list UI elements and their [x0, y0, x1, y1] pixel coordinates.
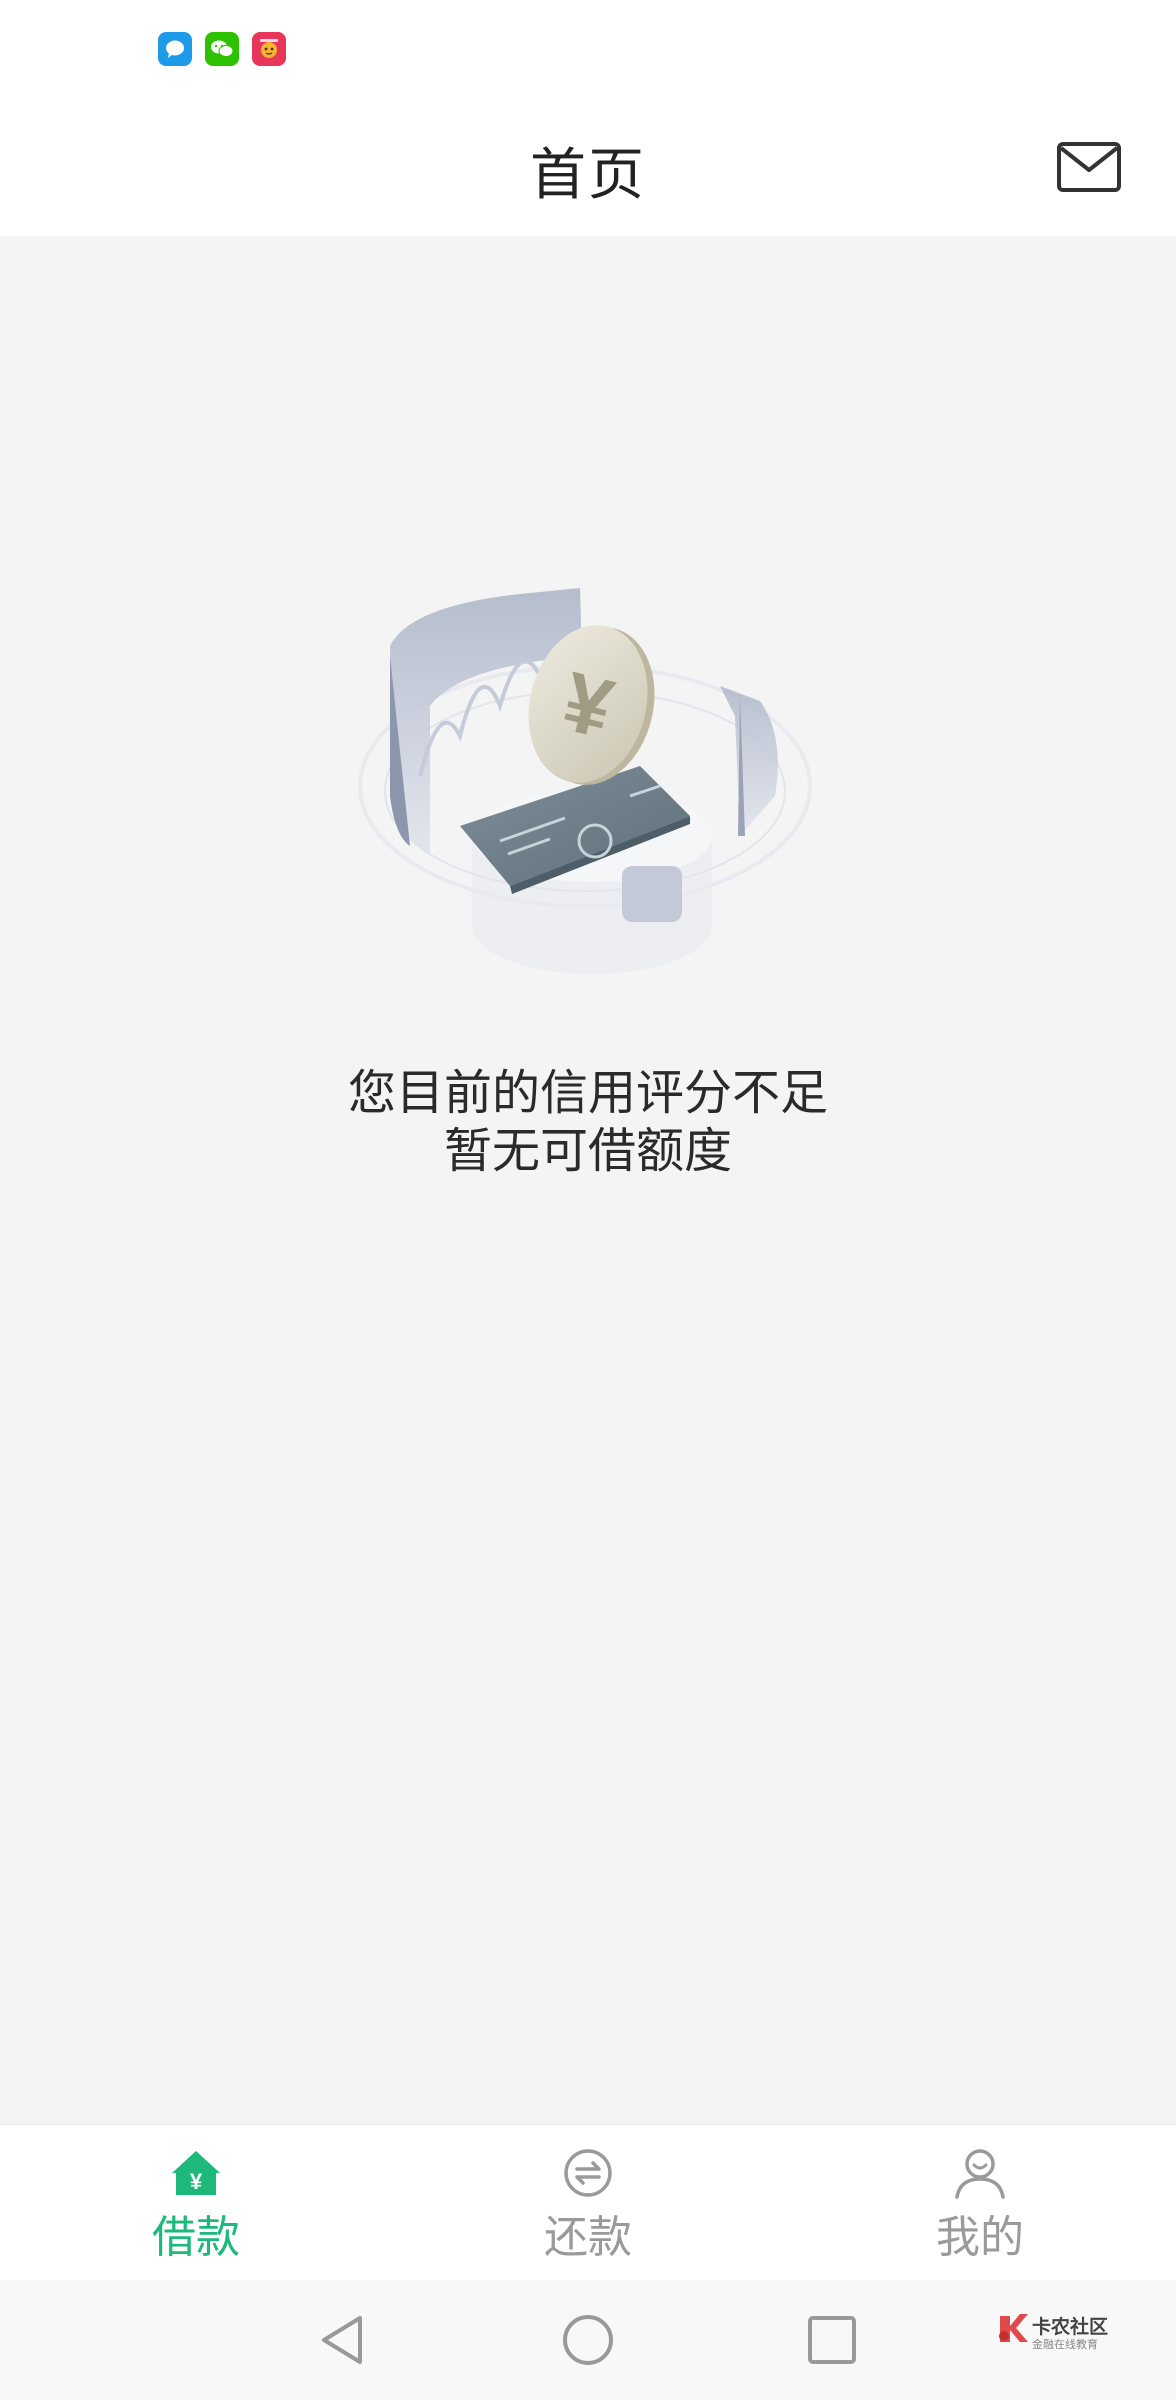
- status-bar: [0, 0, 1176, 100]
- tab-repay[interactable]: 还款: [488, 2147, 688, 2265]
- tab-repay-label: 还款: [544, 2212, 632, 2263]
- watermark-subtitle: 金融在线教育: [1032, 2338, 1098, 2351]
- recents-icon[interactable]: [804, 2312, 860, 2368]
- mail-button[interactable]: [1056, 140, 1122, 196]
- loan-home-icon: ¥: [172, 2151, 220, 2195]
- tab-loan[interactable]: ¥ 借款: [96, 2147, 296, 2265]
- app-header: 首页: [0, 100, 1176, 236]
- message-app-icon: [158, 32, 192, 66]
- svg-text:¥: ¥: [190, 2169, 203, 2194]
- tab-loan-label: 借款: [152, 2212, 240, 2263]
- repay-exchange-icon: [564, 2149, 612, 2197]
- tab-profile-label: 我的: [936, 2212, 1024, 2263]
- back-icon[interactable]: [316, 2312, 372, 2368]
- empty-state-line2: 暂无可借额度: [443, 1123, 732, 1179]
- watermark: 卡农社区 金融在线教育: [996, 2308, 1116, 2358]
- watermark-title: 卡农社区: [1032, 2316, 1109, 2338]
- main-content: ¥ 您目前的信用评分不足 暂无可借额度: [0, 236, 1176, 2124]
- empty-state-line1: 您目前的信用评分不足: [347, 1065, 828, 1121]
- tab-profile[interactable]: 我的: [880, 2147, 1080, 2265]
- home-icon[interactable]: [560, 2312, 616, 2368]
- bottom-tab-bar: ¥ 借款 还款 我的: [0, 2124, 1176, 2280]
- profile-icon: [955, 2149, 1005, 2199]
- notification-icons: [158, 32, 286, 66]
- page-title: 首页: [530, 143, 646, 208]
- no-credit-illustration: ¥: [358, 588, 812, 974]
- wechat-icon: [205, 32, 239, 66]
- empty-state-message: 您目前的信用评分不足 暂无可借额度: [0, 1064, 1176, 1180]
- mail-icon: [1057, 142, 1121, 192]
- watermark-logo-icon: [999, 2314, 1028, 2342]
- game-app-icon: [252, 32, 286, 66]
- system-nav-bar: 卡农社区 金融在线教育: [0, 2280, 1176, 2400]
